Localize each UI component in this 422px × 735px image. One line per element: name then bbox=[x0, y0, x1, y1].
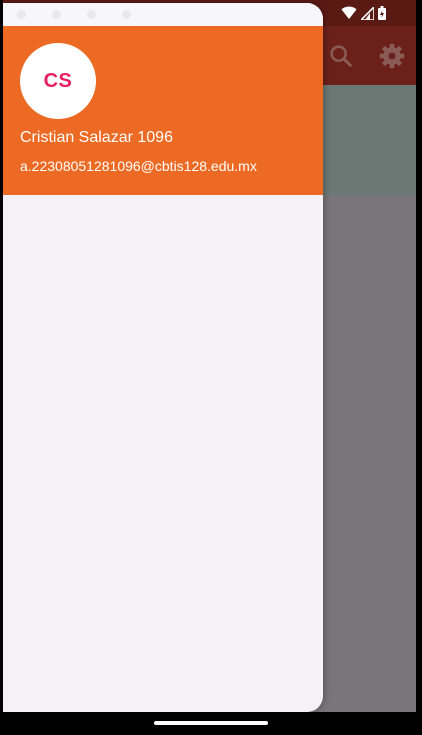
signal-icon bbox=[361, 6, 374, 20]
system-navigation-bar bbox=[0, 712, 422, 735]
status-notification-icons bbox=[17, 10, 131, 19]
notification-icon bbox=[122, 10, 131, 19]
battery-icon bbox=[378, 6, 386, 20]
search-icon[interactable] bbox=[327, 42, 355, 70]
avatar-initials: CS bbox=[43, 69, 73, 92]
drawer-status-bar bbox=[3, 3, 323, 26]
gear-icon[interactable] bbox=[378, 42, 406, 70]
drawer-header: CS Cristian Salazar 1096 a.2230805128109… bbox=[3, 3, 323, 195]
notification-icon bbox=[87, 10, 96, 19]
account-name: Cristian Salazar 1096 bbox=[20, 129, 173, 146]
navigation-drawer: CS Cristian Salazar 1096 a.2230805128109… bbox=[3, 3, 323, 712]
notification-icon bbox=[17, 10, 26, 19]
screen: CS Cristian Salazar 1096 a.2230805128109… bbox=[0, 0, 422, 735]
avatar[interactable]: CS bbox=[20, 43, 96, 119]
status-icons bbox=[341, 5, 386, 21]
gesture-handle[interactable] bbox=[154, 721, 268, 725]
account-email: a.22308051281096@cbtis128.edu.mx bbox=[20, 158, 257, 174]
notification-icon bbox=[52, 10, 61, 19]
wifi-icon bbox=[341, 6, 357, 19]
